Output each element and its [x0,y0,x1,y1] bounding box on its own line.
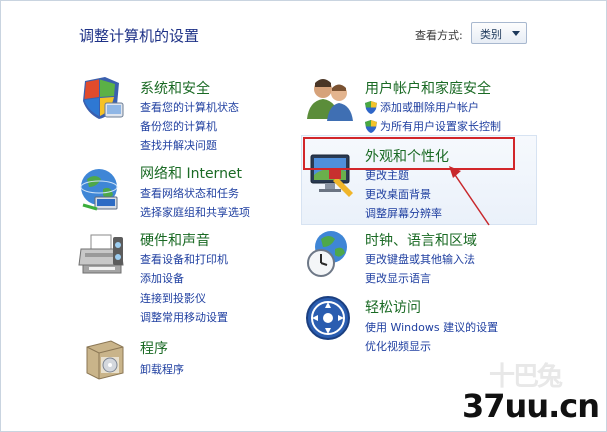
network-globe-icon[interactable] [77,165,125,213]
troubleshoot-link[interactable]: 查找并解决问题 [140,137,217,153]
network-internet-title[interactable]: 网络和 Internet [140,163,242,183]
user-accounts-title[interactable]: 用户帐户和家庭安全 [365,78,491,98]
clock-globe-icon[interactable] [305,229,353,277]
view-by-label: 查看方式: [415,29,463,42]
view-network-status-link[interactable]: 查看网络状态和任务 [140,185,239,201]
uac-shield-icon [365,118,377,133]
add-remove-accounts-link[interactable]: 添加或删除用户帐户 [380,99,479,115]
annotation-arrow-icon [449,166,490,226]
add-device-link[interactable]: 添加设备 [140,270,184,286]
control-panel-window: 调整计算机的设置 查看方式: 类别 系统和安全 查看您的计算机状态 备份您的计算… [0,0,607,432]
optimize-display-link[interactable]: 优化视频显示 [365,338,431,354]
change-input-method-link[interactable]: 更改键盘或其他输入法 [365,251,475,267]
page-title: 调整计算机的设置 [79,27,200,45]
hardware-sound-title[interactable]: 硬件和声音 [140,230,210,250]
mobility-settings-link[interactable]: 调整常用移动设置 [140,309,228,325]
view-by-dropdown[interactable]: 类别 [471,22,527,44]
backup-computer-link[interactable]: 备份您的计算机 [140,118,217,134]
view-computer-status-link[interactable]: 查看您的计算机状态 [140,99,239,115]
parental-controls-link[interactable]: 为所有用户设置家长控制 [380,118,501,134]
view-by-value: 类别 [480,28,502,41]
homegroup-sharing-link[interactable]: 选择家庭组和共享选项 [140,204,250,220]
programs-box-icon[interactable] [81,335,129,383]
ease-of-access-title[interactable]: 轻松访问 [365,297,421,317]
change-display-language-link[interactable]: 更改显示语言 [365,270,431,286]
clock-language-region-title[interactable]: 时钟、语言和区域 [365,230,477,250]
uac-shield-icon [365,99,377,114]
adjust-resolution-link[interactable]: 调整屏幕分辨率 [365,205,442,221]
change-desktop-background-link[interactable]: 更改桌面背景 [365,186,431,202]
system-security-title[interactable]: 系统和安全 [140,78,210,98]
connect-projector-link[interactable]: 连接到投影仪 [140,290,206,306]
watermark-site: 37uu.cn [462,387,600,425]
uninstall-program-link[interactable]: 卸载程序 [140,361,184,377]
chevron-down-icon [512,31,520,36]
recommended-settings-link[interactable]: 使用 Windows 建议的设置 [365,319,498,335]
devices-printers-link[interactable]: 查看设备和打印机 [140,251,228,267]
ease-of-access-icon[interactable] [305,295,353,343]
shield-icon[interactable] [79,75,127,123]
programs-title[interactable]: 程序 [140,338,168,358]
printer-icon[interactable] [77,231,125,279]
users-icon[interactable] [305,75,353,123]
